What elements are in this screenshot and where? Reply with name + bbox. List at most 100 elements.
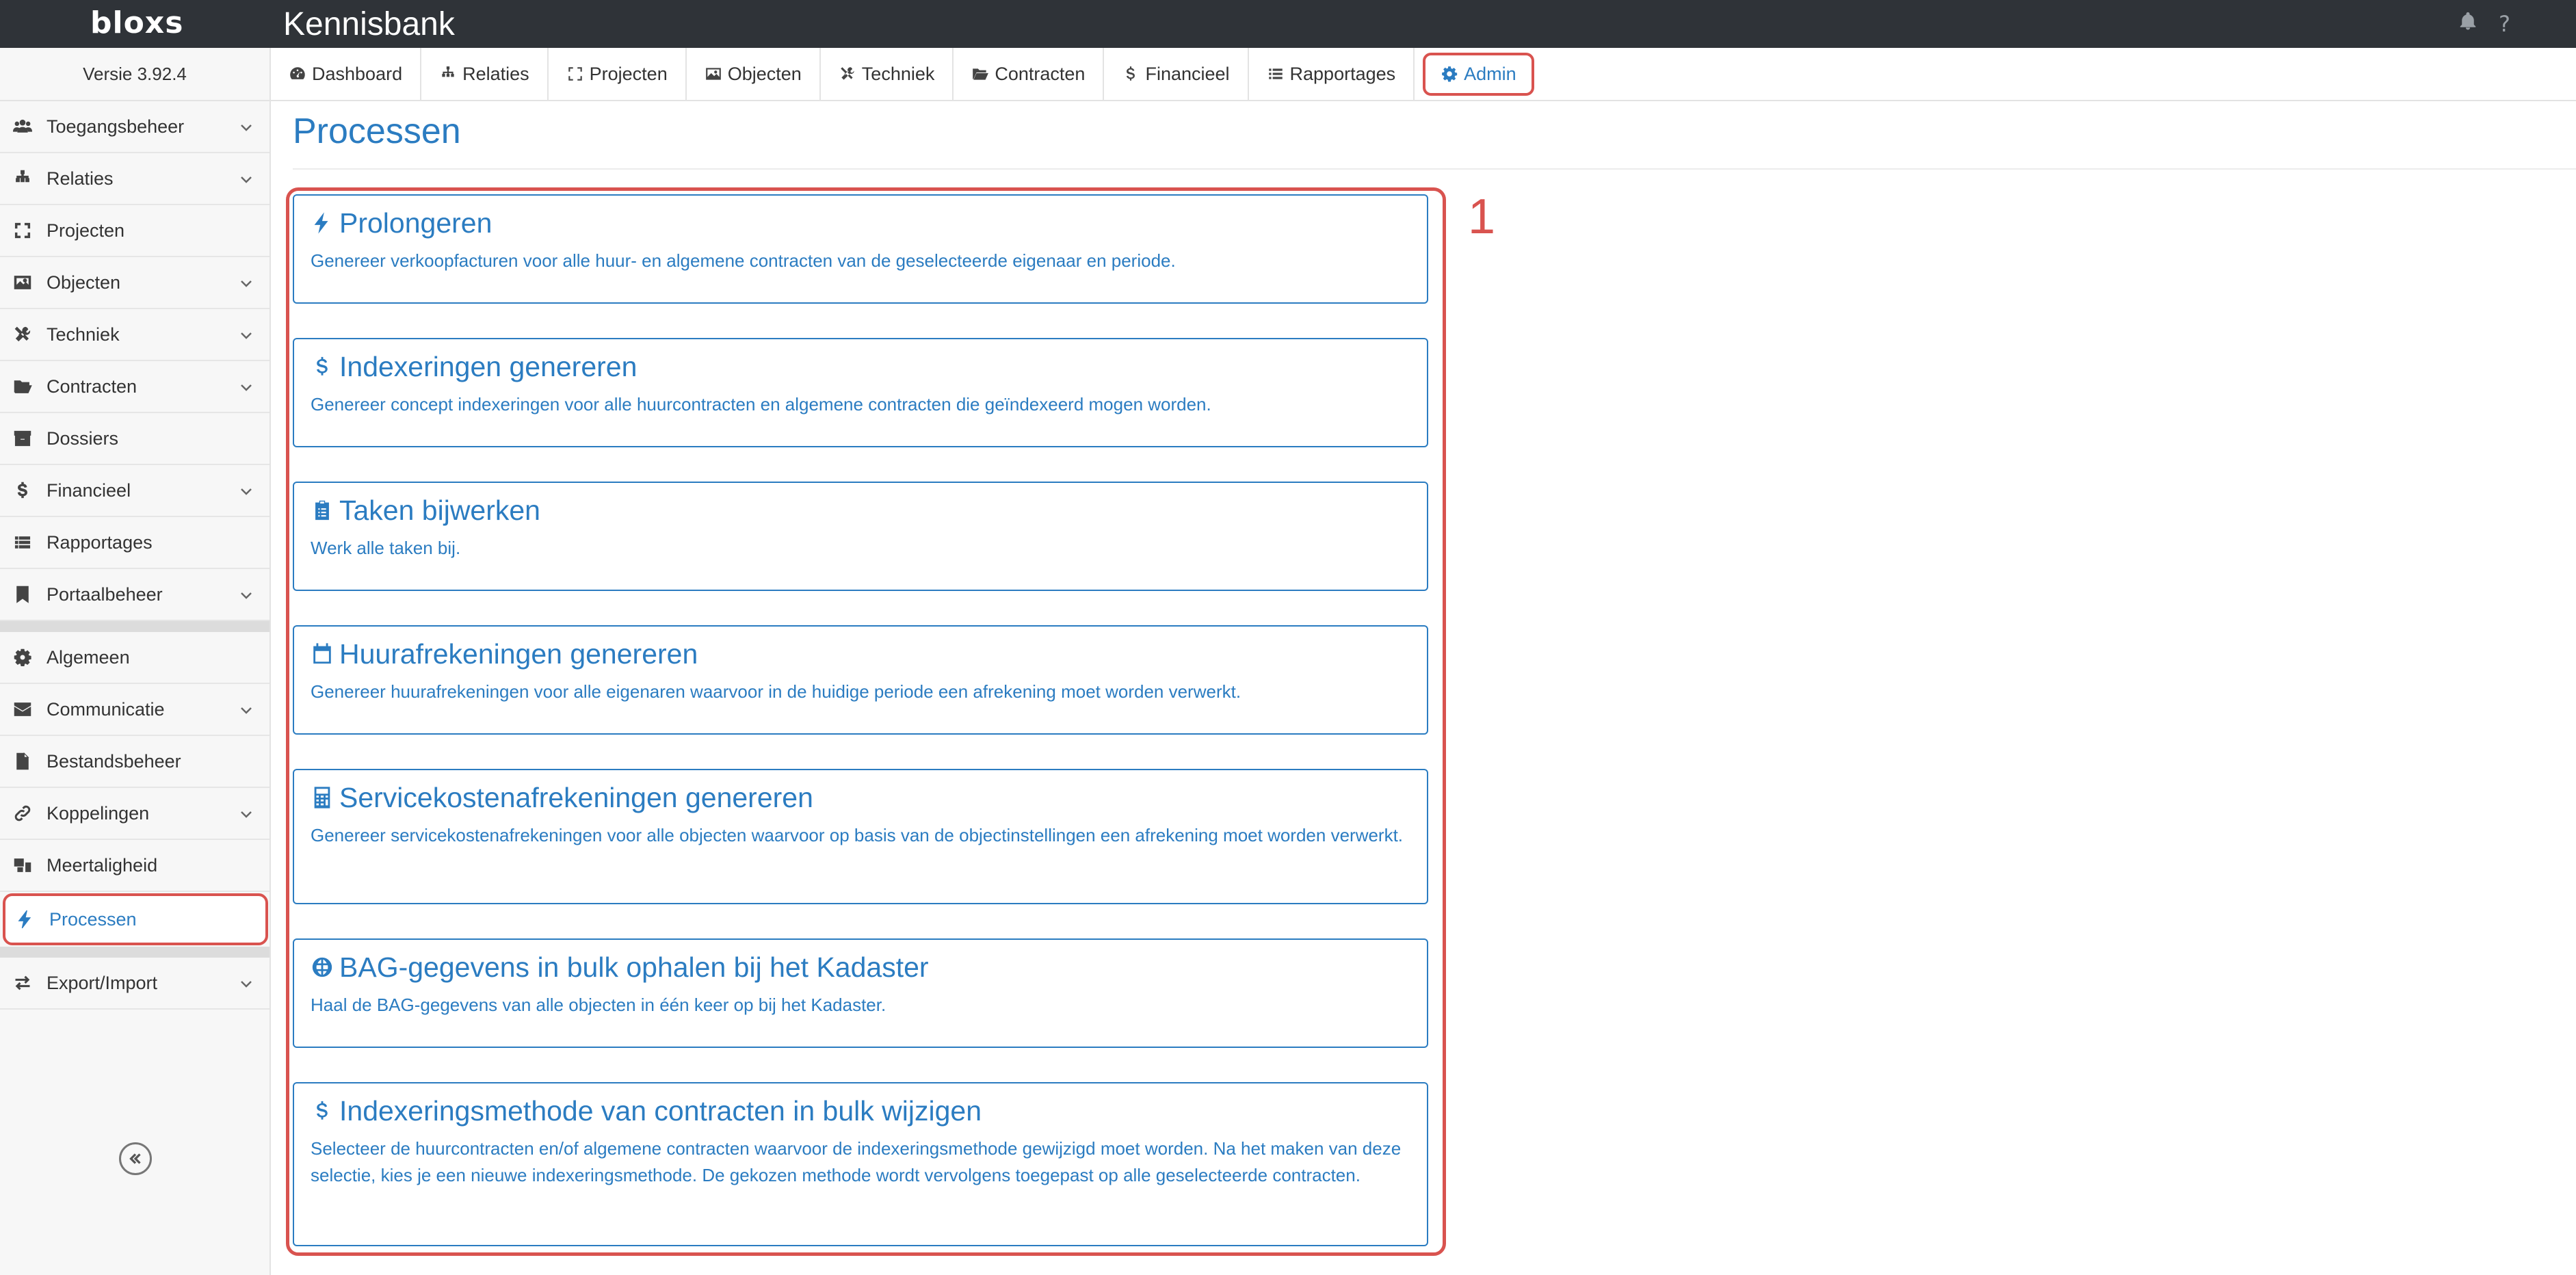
sidebar-item-label: Toegangsbeheer: [47, 116, 185, 137]
sidebar-item-bestandsbeheer[interactable]: Bestandsbeheer: [0, 736, 270, 788]
sidebar-item-processen-highlight[interactable]: Processen: [3, 893, 268, 945]
callout-number: 1: [1468, 189, 1496, 244]
tab-relaties[interactable]: Relaties: [421, 48, 549, 100]
gear-icon: [12, 647, 33, 668]
tab-label: Projecten: [589, 63, 668, 84]
version-label: Versie 3.92.4: [0, 48, 271, 101]
dollar-icon: [317, 356, 328, 376]
sidebar: Toegangsbeheer Relaties Projecten Object…: [0, 101, 271, 1275]
tab-label: Financieel: [1145, 63, 1230, 84]
chevron-down-icon[interactable]: [238, 702, 254, 718]
collapse-sidebar-button[interactable]: [119, 1142, 152, 1175]
sidebar-separator: [0, 621, 270, 632]
chevron-down-icon[interactable]: [238, 975, 254, 992]
process-card-indexeringen-genereren[interactable]: Indexeringen genereren Genereer concept …: [293, 338, 1428, 447]
chevron-down-icon[interactable]: [238, 483, 254, 499]
process-card-indexeringsmethode-wijzigen[interactable]: Indexeringsmethode van contracten in bul…: [293, 1082, 1428, 1246]
process-card-huurafrekeningen-genereren[interactable]: Huurafrekeningen genereren Genereer huur…: [293, 625, 1428, 735]
tab-financieel[interactable]: Financieel: [1104, 48, 1249, 100]
folder-open-icon: [973, 68, 989, 80]
sidebar-item-koppelingen[interactable]: Koppelingen: [0, 788, 270, 840]
envelope-icon: [12, 699, 33, 720]
tab-label: Rapportages: [1289, 63, 1396, 84]
users-icon: [12, 116, 33, 137]
top-bar: bloxs Kennisbank ?: [0, 0, 2576, 48]
tab-admin[interactable]: Admin: [1415, 48, 1542, 100]
tab-projecten[interactable]: Projecten: [549, 48, 687, 100]
process-description: Haal de BAG-gegevens van alle objecten i…: [311, 995, 886, 1015]
sidebar-item-relaties[interactable]: Relaties: [0, 153, 270, 205]
file-icon: [12, 751, 33, 772]
sidebar-item-communicatie[interactable]: Communicatie: [0, 684, 270, 736]
sitemap-icon: [12, 168, 33, 189]
sidebar-item-portaalbeheer[interactable]: Portaalbeheer: [0, 569, 270, 621]
process-title: Indexeringen genereren: [339, 351, 638, 382]
sidebar-item-label: Relaties: [47, 168, 114, 189]
sidebar-item-export-import[interactable]: Export/Import: [0, 958, 270, 1010]
process-title: Taken bijwerken: [339, 495, 540, 526]
tab-label: Admin: [1464, 63, 1516, 84]
app-logo[interactable]: bloxs: [90, 5, 183, 40]
double-chevron-left-icon: [129, 1153, 141, 1164]
dashboard-icon: [290, 67, 305, 79]
exchange-icon: [12, 973, 33, 993]
chevron-down-icon[interactable]: [238, 171, 254, 187]
sidebar-item-dossiers[interactable]: Dossiers: [0, 413, 270, 465]
process-title: Prolongeren: [339, 207, 492, 239]
sidebar-item-label: Financieel: [47, 479, 131, 501]
process-description: Werk alle taken bij.: [311, 538, 461, 558]
tab-objecten[interactable]: Objecten: [687, 48, 821, 100]
sidebar-item-projecten[interactable]: Projecten: [0, 205, 270, 257]
sidebar-item-techniek[interactable]: Techniek: [0, 309, 270, 361]
sidebar-item-label: Projecten: [47, 220, 125, 241]
sidebar-item-meertaligheid[interactable]: Meertaligheid: [0, 840, 270, 892]
tab-contracten[interactable]: Contracten: [954, 48, 1105, 100]
chevron-down-icon[interactable]: [238, 327, 254, 343]
sidebar-item-contracten[interactable]: Contracten: [0, 361, 270, 413]
process-description: Genereer servicekostenafrekeningen voor …: [311, 825, 1404, 845]
sitemap-icon: [442, 66, 454, 77]
sidebar-item-processen[interactable]: Processen: [0, 892, 270, 947]
sidebar-item-label: Rapportages: [47, 531, 153, 553]
language-icon: [12, 855, 33, 876]
calculator-icon: [314, 787, 330, 809]
process-card-taken-bijwerken[interactable]: Taken bijwerken Werk alle taken bij.: [293, 482, 1428, 591]
chevron-down-icon[interactable]: [238, 275, 254, 291]
chevron-down-icon[interactable]: [238, 806, 254, 822]
tab-admin-highlight[interactable]: Admin: [1423, 52, 1534, 96]
process-title: BAG-gegevens in bulk ophalen bij het Kad…: [339, 951, 929, 983]
expand-icon: [568, 67, 582, 81]
chevron-down-icon[interactable]: [238, 379, 254, 395]
bell-icon[interactable]: [2458, 11, 2478, 37]
bolt-icon: [15, 909, 36, 930]
sidebar-item-label: Algemeen: [47, 646, 130, 668]
list-icon: [12, 532, 33, 553]
dollar-icon: [12, 480, 33, 501]
sidebar-item-objecten[interactable]: Objecten: [0, 257, 270, 309]
process-card-servicekostenafrekeningen-genereren[interactable]: Servicekostenafrekeningen genereren Gene…: [293, 769, 1428, 904]
help-icon[interactable]: ?: [2499, 11, 2510, 37]
tab-label: Dashboard: [312, 63, 403, 84]
process-card-bag-gegevens-ophalen[interactable]: BAG-gegevens in bulk ophalen bij het Kad…: [293, 938, 1428, 1048]
tab-rapportages[interactable]: Rapportages: [1249, 48, 1415, 100]
process-title: Indexeringsmethode van contracten in bul…: [339, 1095, 982, 1127]
sidebar-item-rapportages[interactable]: Rapportages: [0, 517, 270, 569]
clipboard-icon: [315, 500, 329, 521]
sidebar-item-toegangsbeheer[interactable]: Toegangsbeheer: [0, 101, 270, 153]
tab-techniek[interactable]: Techniek: [821, 48, 954, 100]
app-title: Kennisbank: [283, 6, 455, 42]
sidebar-item-label: Processen: [49, 908, 137, 930]
sidebar-item-label: Communicatie: [47, 698, 165, 720]
chevron-down-icon[interactable]: [238, 119, 254, 135]
process-card-prolongeren[interactable]: Prolongeren Genereer verkoopfacturen voo…: [293, 194, 1428, 304]
tab-dashboard[interactable]: Dashboard: [271, 48, 422, 100]
sidebar-separator: [0, 947, 270, 958]
page-title: Processen: [293, 111, 461, 151]
sidebar-item-algemeen[interactable]: Algemeen: [0, 632, 270, 684]
image-icon: [12, 272, 33, 293]
process-title: Servicekostenafrekeningen genereren: [339, 782, 813, 813]
folder-open-icon: [12, 376, 33, 397]
process-description: Genereer concept indexeringen voor alle …: [311, 394, 1211, 415]
chevron-down-icon[interactable]: [238, 587, 254, 603]
sidebar-item-financieel[interactable]: Financieel: [0, 465, 270, 517]
